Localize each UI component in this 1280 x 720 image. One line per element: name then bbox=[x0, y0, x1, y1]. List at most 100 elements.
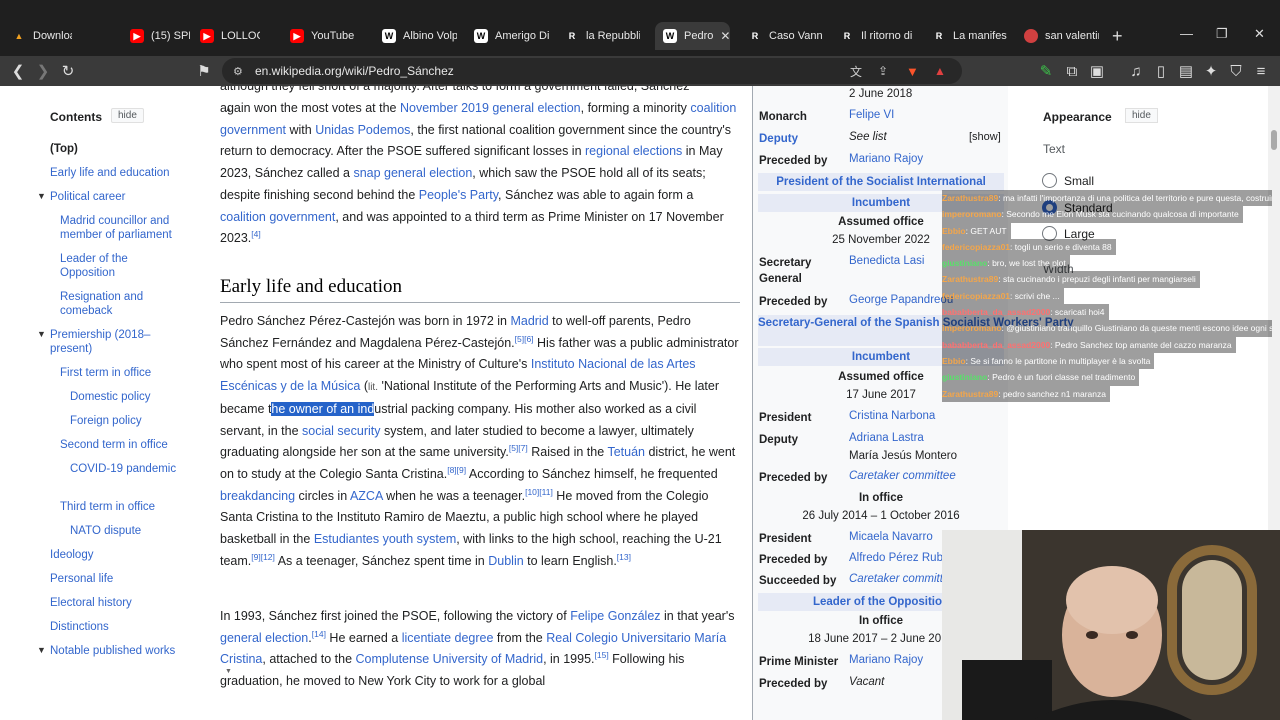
toc-item[interactable]: Leader of the Opposition bbox=[60, 252, 185, 280]
wiki-link[interactable]: Complutense University of Madrid bbox=[356, 652, 544, 666]
toc-item[interactable]: Early life and education bbox=[50, 166, 185, 180]
citation-link[interactable]: [9][12] bbox=[251, 552, 275, 562]
menu-icon[interactable]: ≡ bbox=[1251, 61, 1271, 81]
wiki-link[interactable]: licentiate degree bbox=[402, 631, 494, 645]
forward-icon[interactable]: ❯ bbox=[33, 61, 53, 81]
radio-small[interactable] bbox=[1042, 173, 1057, 188]
bookmark-icon[interactable]: ⚑ bbox=[194, 61, 214, 81]
brave-rewards-icon[interactable]: ▲ bbox=[934, 64, 946, 78]
toc-item[interactable]: Second term in office bbox=[60, 438, 185, 452]
screenshot-icon[interactable]: ▣ bbox=[1087, 61, 1107, 81]
toc-item[interactable]: Ideology bbox=[50, 548, 185, 562]
wiki-link[interactable]: general election bbox=[220, 631, 308, 645]
close-window-icon[interactable]: ✕ bbox=[1254, 26, 1265, 42]
browser-tab[interactable]: R La manifest bbox=[932, 24, 1007, 48]
back-icon[interactable]: ❮ bbox=[8, 61, 28, 81]
wiki-link[interactable]: Dublin bbox=[488, 554, 523, 568]
infobox-link[interactable]: Mariano Rajoy bbox=[849, 654, 923, 666]
browser-tab[interactable]: R Il ritorno di bbox=[840, 24, 915, 48]
extensions-icon[interactable]: ⧉ bbox=[1062, 61, 1082, 81]
citation-link[interactable]: [10][11] bbox=[525, 486, 553, 496]
citation-link[interactable]: [5][6] bbox=[515, 334, 534, 344]
wiki-link[interactable]: Unidas Podemos bbox=[315, 123, 410, 137]
infobox-link[interactable]: Felipe VI bbox=[849, 109, 894, 121]
browser-tab[interactable]: ▶ YouTube bbox=[290, 24, 365, 48]
infobox-link[interactable]: Caretaker committee bbox=[849, 573, 956, 585]
wallet-icon[interactable]: ▤ bbox=[1176, 61, 1196, 81]
infobox-link[interactable]: Mariano Rajoy bbox=[849, 153, 923, 165]
citation-link[interactable]: [15] bbox=[595, 650, 609, 660]
maximize-icon[interactable]: ❐ bbox=[1216, 26, 1228, 42]
citation-link[interactable]: [14] bbox=[312, 629, 326, 639]
infobox-link[interactable]: Adriana Lastra bbox=[849, 432, 924, 444]
browser-tab[interactable]: W Pedro ✕ bbox=[655, 22, 730, 50]
wiki-link[interactable]: People's Party bbox=[419, 188, 498, 202]
chevron-down-icon[interactable]: ▼ bbox=[37, 645, 46, 655]
infobox-link[interactable]: Micaela Navarro bbox=[849, 531, 933, 543]
citation-link[interactable]: [8][9] bbox=[447, 465, 466, 475]
browser-tab[interactable]: ▶ LOLLOCAUS bbox=[200, 24, 260, 48]
browser-tab[interactable]: san valentin bbox=[1024, 24, 1099, 48]
toc-item[interactable]: Premiership (2018–present) bbox=[50, 328, 185, 356]
toc-item[interactable]: First term in office bbox=[60, 366, 185, 380]
leo-icon[interactable]: ✦ bbox=[1201, 61, 1221, 81]
scrollbar-thumb[interactable] bbox=[1271, 130, 1277, 150]
toc-item[interactable]: Resignation and comeback bbox=[60, 290, 185, 318]
infobox-section-header[interactable]: President of the Socialist International bbox=[758, 173, 1004, 191]
media-icon[interactable]: ♫ bbox=[1126, 61, 1146, 81]
wiki-link[interactable]: breakdancing bbox=[220, 489, 295, 503]
sidebar-icon[interactable]: ▯ bbox=[1151, 61, 1171, 81]
wiki-link[interactable]: social security bbox=[302, 424, 381, 438]
toc-item[interactable]: Political career bbox=[50, 190, 185, 204]
toc-item[interactable]: NATO dispute bbox=[70, 524, 185, 538]
toc-item[interactable]: Electoral history bbox=[50, 596, 185, 610]
toc-item[interactable]: Distinctions bbox=[50, 620, 185, 634]
wiki-link[interactable]: Tetuán bbox=[607, 445, 645, 459]
toc-item[interactable]: Personal life bbox=[50, 572, 185, 586]
tab-close-icon[interactable]: ✕ bbox=[720, 29, 730, 43]
wiki-link[interactable]: Felipe González bbox=[570, 609, 660, 623]
citation-link[interactable]: [13] bbox=[617, 552, 631, 562]
chevron-down-icon[interactable]: ▼ bbox=[37, 191, 46, 201]
minimize-icon[interactable]: — bbox=[1180, 26, 1193, 41]
vpn-icon[interactable]: ⛉ bbox=[1226, 61, 1246, 81]
chevron-down-icon[interactable]: ▼ bbox=[37, 329, 46, 339]
browser-tab[interactable]: W Albino Volp bbox=[382, 24, 457, 48]
reload-icon[interactable]: ↻ bbox=[58, 61, 78, 81]
browser-tab[interactable]: ▲ Downloads bbox=[12, 24, 72, 48]
infobox-link[interactable]: Cristina Narbona bbox=[849, 410, 935, 422]
infobox-link[interactable]: Caretaker committee bbox=[849, 470, 956, 482]
toc-item[interactable]: (Top) bbox=[50, 142, 185, 156]
pen-extension-icon[interactable]: ✎ bbox=[1036, 61, 1056, 81]
toc-item[interactable]: COVID-19 pandemic bbox=[70, 462, 185, 476]
show-button[interactable]: [show] bbox=[969, 131, 1001, 143]
appearance-hide-button[interactable]: hide bbox=[1125, 108, 1158, 123]
infobox-link[interactable]: Benedicta Lasi bbox=[849, 255, 924, 267]
site-info-icon[interactable]: ⚙ bbox=[233, 65, 243, 78]
browser-tab[interactable]: R Caso Vanna bbox=[748, 24, 823, 48]
translate-icon[interactable]: 文 bbox=[850, 63, 862, 80]
citation-link[interactable]: [4] bbox=[251, 229, 260, 239]
new-tab-button[interactable]: + bbox=[1112, 26, 1123, 47]
address-bar[interactable]: ⚙ en.wikipedia.org/wiki/Pedro_Sánchez 文 … bbox=[222, 58, 962, 84]
toc-hide-button[interactable]: hide bbox=[111, 108, 144, 123]
toc-item[interactable]: Third term in office bbox=[60, 500, 185, 514]
infobox-link[interactable]: George Papandreou bbox=[849, 294, 953, 306]
brave-shield-icon[interactable]: ▼ bbox=[906, 64, 919, 79]
share-icon[interactable]: ⇪ bbox=[878, 64, 888, 78]
wiki-link[interactable]: AZCA bbox=[350, 489, 383, 503]
toc-item[interactable]: Foreign policy bbox=[70, 414, 185, 428]
wiki-link[interactable]: November 2019 general election bbox=[400, 101, 581, 115]
wiki-link[interactable]: Estudiantes youth system bbox=[314, 532, 456, 546]
wiki-link[interactable]: snap general election bbox=[353, 166, 472, 180]
toc-item[interactable]: Madrid councillor and member of parliame… bbox=[60, 214, 185, 242]
browser-tab[interactable]: W Amerigo Di bbox=[474, 24, 549, 48]
toc-item[interactable]: Domestic policy bbox=[70, 390, 185, 404]
browser-tab[interactable]: ▶ (15) SPESA bbox=[130, 24, 190, 48]
toc-item[interactable]: Notable published works bbox=[50, 644, 185, 658]
wiki-link[interactable]: coalition government bbox=[220, 210, 335, 224]
wiki-link[interactable]: regional elections bbox=[585, 144, 682, 158]
browser-tab[interactable]: Rla Repubbli bbox=[565, 24, 640, 48]
citation-link[interactable]: [5][7] bbox=[509, 443, 528, 453]
wiki-link[interactable]: Madrid bbox=[510, 314, 548, 328]
